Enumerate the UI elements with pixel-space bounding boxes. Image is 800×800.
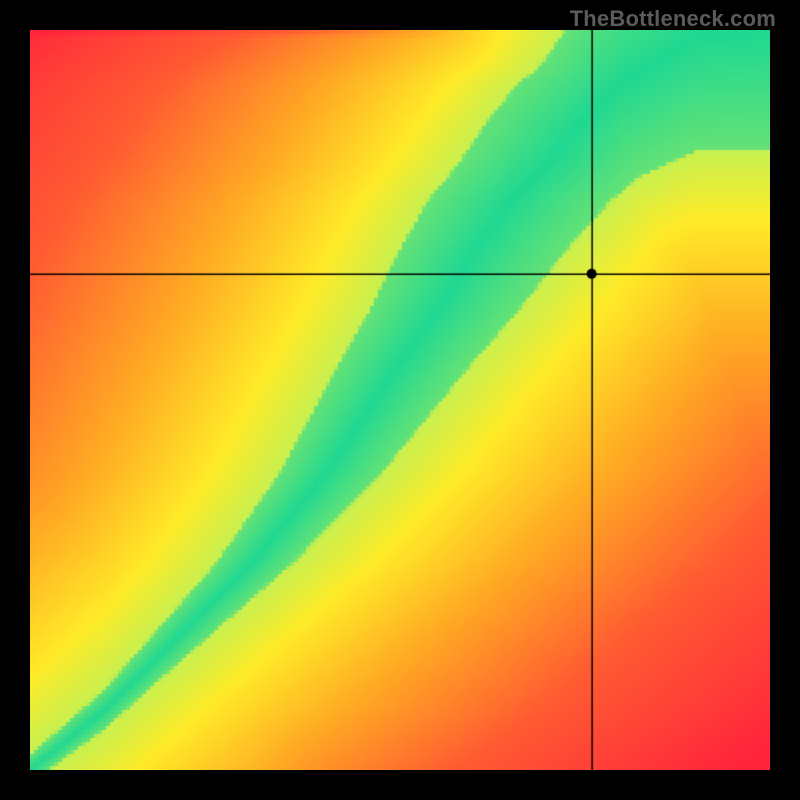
bottleneck-heatmap <box>30 30 770 770</box>
watermark-label: TheBottleneck.com <box>570 6 776 32</box>
chart-frame: TheBottleneck.com <box>0 0 800 800</box>
